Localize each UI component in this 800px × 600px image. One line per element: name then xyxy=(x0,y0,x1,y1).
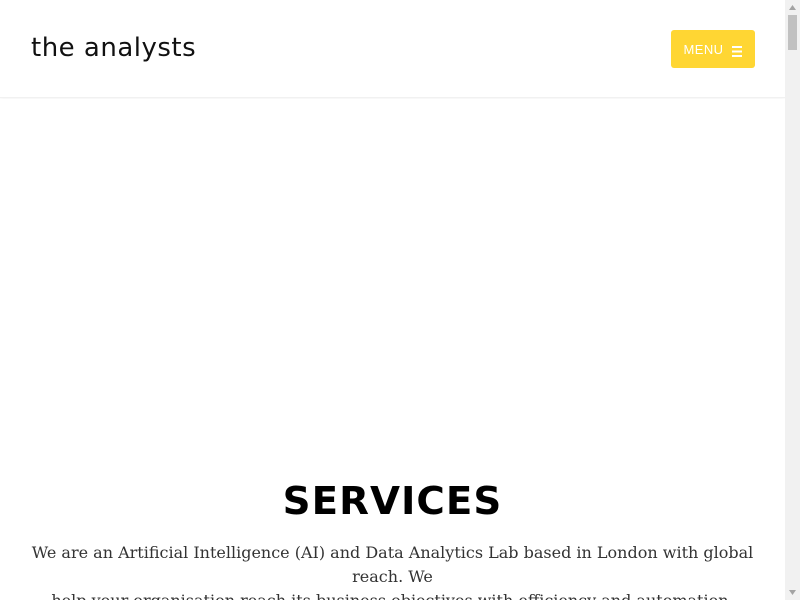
menu-button-label: MENU xyxy=(683,41,724,57)
services-heading: SERVICES xyxy=(282,479,503,523)
scrollbar-thumb[interactable] xyxy=(788,15,797,50)
vertical-scrollbar[interactable] xyxy=(785,0,800,600)
hamburger-icon xyxy=(732,44,743,57)
site-header: the analysts MENU xyxy=(0,0,785,98)
services-description: We are an Artificial Intelligence (AI) a… xyxy=(10,541,775,600)
site-logo[interactable]: the analysts xyxy=(31,30,196,66)
services-description-line: We are an Artificial Intelligence (AI) a… xyxy=(31,543,754,586)
page-viewport: the analysts MENU SERVICES We are an Art… xyxy=(0,0,785,600)
services-description-line: help your organisation reach its busines… xyxy=(10,589,775,600)
hero-section xyxy=(0,99,785,469)
menu-button[interactable]: MENU xyxy=(671,30,755,68)
scroll-down-arrow-icon[interactable] xyxy=(785,585,800,600)
scroll-up-arrow-icon[interactable] xyxy=(785,0,800,15)
